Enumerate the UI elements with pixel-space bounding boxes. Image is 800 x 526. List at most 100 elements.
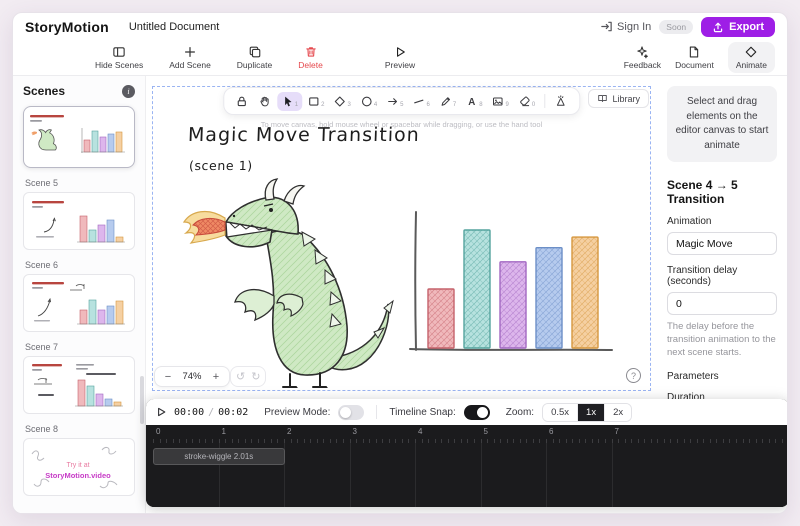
scene-thumbnail-6[interactable] (23, 274, 135, 332)
dragon-sketch[interactable] (178, 176, 406, 393)
arrow-icon (386, 95, 399, 108)
canvas-toolbar: 1 2 3 4 5 6 7 A8 9 0 (223, 87, 580, 115)
add-scene-button[interactable]: Add Scene (169, 45, 211, 70)
animate-diamond-icon (744, 45, 758, 59)
canvas-help-button[interactable]: ? (626, 368, 641, 383)
scene5-preview (24, 193, 132, 250)
scene8-line2: StoryMotion.video (45, 471, 111, 480)
scene-label: Scene 5 (25, 178, 135, 188)
parameters-label: Parameters (667, 371, 777, 382)
scenes-panel: Scenes i (13, 76, 146, 514)
canvas-drawing-subtitle[interactable]: (scene 1) (189, 158, 253, 173)
redo-button[interactable]: ↻ (251, 370, 260, 383)
canvas-drawing-title[interactable]: Magic Move Transition (188, 124, 421, 146)
plus-icon (183, 45, 197, 59)
scene-label: Scene 7 (25, 342, 135, 352)
timeline-tracks-area[interactable]: 01234567 stroke-wiggle 2.01s (146, 425, 788, 507)
tool-image[interactable]: 9 (488, 92, 513, 111)
scene-thumbnail-current[interactable] (23, 106, 135, 168)
delay-help: The delay before the transition animatio… (667, 321, 777, 359)
export-label: Export (729, 21, 764, 33)
tool-line[interactable]: 6 (409, 92, 434, 111)
lock-icon (235, 95, 248, 108)
tool-text[interactable]: A8 (461, 92, 486, 111)
delay-label: Transition delay (seconds) (667, 265, 777, 287)
info-icon[interactable]: i (122, 85, 135, 98)
timeline-zoom-1x[interactable]: 1x (578, 404, 605, 421)
export-icon (712, 21, 724, 33)
zoom-in-button[interactable]: + (207, 371, 225, 383)
transition-title: Scene 4 → 5 Transition (667, 178, 777, 206)
library-button[interactable]: Library (588, 89, 649, 108)
tool-laser[interactable] (550, 92, 572, 111)
canvas-zoom-control: − 74% + (154, 366, 230, 387)
scene-thumbnail-7[interactable] (23, 356, 135, 414)
animation-label: Animation (667, 216, 777, 227)
tool-draw[interactable]: 7 (435, 92, 460, 111)
tool-lock[interactable] (231, 92, 253, 111)
tool-hand[interactable] (254, 92, 276, 111)
timeline-panel: 00:00 / 00:02 Preview Mode: Timeline Sna… (146, 399, 788, 507)
rectangle-icon (307, 95, 320, 108)
animation-select[interactable]: Magic Move (667, 232, 777, 255)
time-total: 00:02 (218, 407, 248, 418)
hide-scenes-button[interactable]: Hide Scenes (95, 45, 143, 70)
document-button[interactable]: Document (675, 45, 714, 70)
scene-thumbnail-8[interactable]: Try it at StoryMotion.video (23, 438, 135, 496)
timeline-track-bar[interactable]: stroke-wiggle 2.01s (153, 448, 285, 465)
tool-ellipse[interactable]: 4 (356, 92, 381, 111)
preview-button[interactable]: Preview (385, 45, 415, 70)
scene7-preview (24, 357, 132, 414)
timeline-toolbar: 00:00 / 00:02 Preview Mode: Timeline Sna… (146, 399, 788, 425)
sketch-bar[interactable] (536, 248, 562, 348)
timeline-zoom-2x[interactable]: 2x (605, 404, 631, 421)
tool-arrow[interactable]: 5 (382, 92, 407, 111)
sketch-bar[interactable] (428, 289, 454, 348)
scene6-preview (24, 275, 132, 332)
delay-input[interactable] (667, 292, 777, 315)
zoom-out-button[interactable]: − (159, 371, 177, 383)
app-logo: StoryMotion (25, 19, 109, 35)
hand-icon (258, 95, 271, 108)
sidebar-scrollbar[interactable] (140, 376, 144, 424)
library-label: Library (612, 94, 640, 104)
sign-in-label: Sign In (617, 21, 651, 33)
sketch-bar[interactable] (464, 230, 490, 348)
preview-mode-label: Preview Mode: (264, 407, 330, 418)
document-title[interactable]: Untitled Document (129, 21, 220, 33)
undo-button[interactable]: ↺ (236, 370, 245, 383)
tool-rectangle[interactable]: 2 (303, 92, 328, 111)
timeline-divider (376, 405, 377, 419)
app-window: StoryMotion Untitled Document Sign In So… (12, 12, 788, 514)
zoom-level[interactable]: 74% (177, 371, 207, 382)
tool-diamond[interactable]: 3 (329, 92, 354, 111)
line-icon (413, 95, 426, 108)
cursor-icon (281, 95, 294, 108)
feedback-button[interactable]: Feedback (624, 45, 661, 70)
play-icon (393, 45, 407, 59)
document-icon (687, 45, 701, 59)
timeline-play-button[interactable] (156, 407, 166, 417)
timeline-zoom-group: 0.5x 1x 2x (542, 403, 632, 422)
panel-hint: Select and drag elements on the editor c… (667, 86, 777, 162)
sketch-bar[interactable] (500, 262, 526, 348)
tool-select[interactable]: 1 (277, 92, 302, 111)
sketch-bar[interactable] (572, 237, 598, 348)
tool-eraser[interactable]: 0 (514, 92, 539, 111)
timeline-zoom-label: Zoom: (506, 407, 534, 418)
text-icon: A (465, 95, 478, 108)
sign-in-button[interactable]: Sign In (600, 20, 651, 33)
timeline-snap-toggle[interactable] (464, 405, 490, 420)
animate-button[interactable]: Animate (728, 42, 775, 73)
export-button[interactable]: Export (701, 17, 775, 37)
scene8-line1: Try it at (66, 462, 89, 469)
sketch-bar-chart[interactable] (402, 208, 620, 371)
timeline-zoom-0.5x[interactable]: 0.5x (543, 404, 578, 421)
diamond-icon (333, 95, 346, 108)
scene-thumbnail-5[interactable] (23, 192, 135, 250)
preview-mode-toggle[interactable] (338, 405, 364, 420)
soon-badge: Soon (659, 20, 693, 34)
duplicate-button[interactable]: Duplicate (237, 45, 272, 70)
delete-button[interactable]: Delete (298, 45, 323, 70)
time-current: 00:00 (174, 407, 204, 418)
